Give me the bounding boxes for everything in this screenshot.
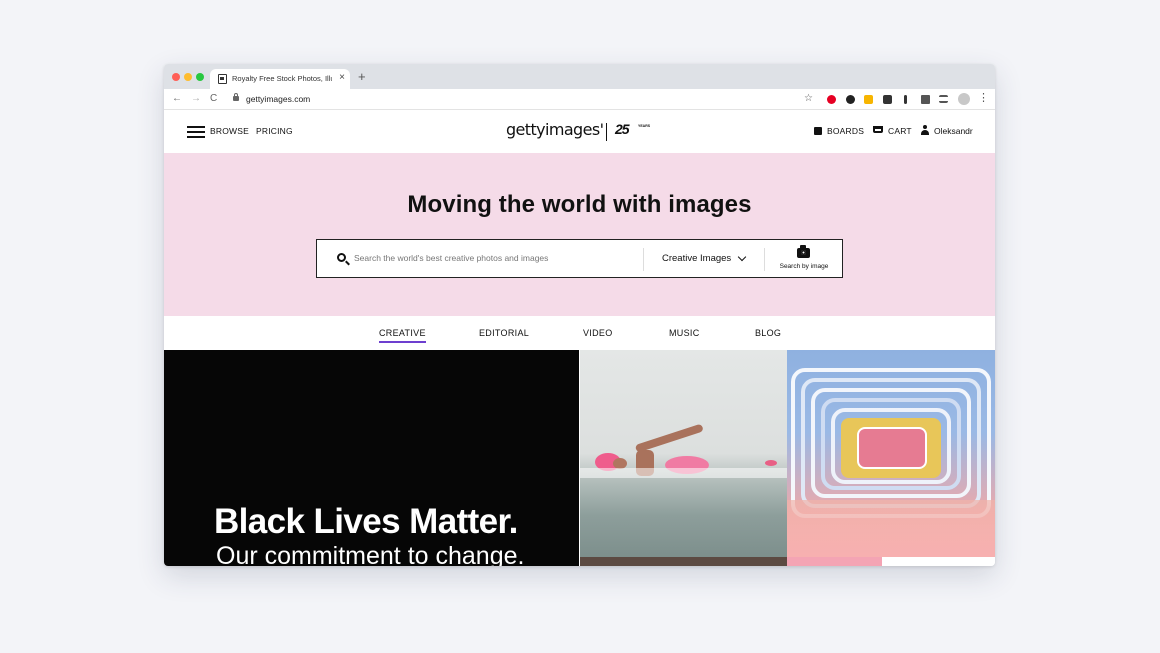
browser-toolbar: ← → C gettyimages.com ☆ ⋮	[164, 89, 995, 110]
tab-title: Royalty Free Stock Photos, Illu	[232, 74, 332, 83]
site-header: BROWSE PRICING gettyimages' 25 YEARS BOA…	[164, 110, 995, 153]
pinterest-extension-icon[interactable]	[827, 95, 836, 104]
tab-blog[interactable]: BLOG	[755, 327, 781, 339]
reading-list-icon[interactable]	[939, 95, 948, 103]
cart-link[interactable]: CART	[888, 126, 912, 137]
hamburger-menu-icon[interactable]	[187, 126, 205, 138]
forward-arrow-icon[interactable]: →	[191, 92, 201, 106]
feature-title: Black Lives Matter.	[214, 502, 518, 541]
profile-avatar[interactable]	[958, 93, 970, 105]
user-icon[interactable]	[921, 125, 929, 135]
new-tab-icon[interactable]: +	[358, 70, 366, 83]
browser-tab[interactable]: Royalty Free Stock Photos, Illu ×	[210, 69, 350, 89]
tunnel-center	[857, 427, 927, 469]
tab-music[interactable]: MUSIC	[669, 327, 700, 339]
puzzle-extensions-icon[interactable]	[921, 95, 930, 104]
water-splash	[580, 468, 787, 478]
chevron-down-icon[interactable]	[737, 252, 747, 262]
anniversary-years-label: YEARS	[638, 124, 651, 128]
extension-icon[interactable]	[904, 95, 907, 104]
search-divider	[764, 248, 765, 271]
close-window-button[interactable]	[172, 73, 180, 81]
tab-strip: Royalty Free Stock Photos, Illu × +	[164, 64, 995, 89]
tab-close-icon[interactable]: ×	[339, 72, 345, 84]
logo-divider	[606, 123, 607, 141]
address-bar[interactable]: gettyimages.com	[246, 93, 310, 105]
browse-link[interactable]: BROWSE	[210, 126, 249, 137]
reload-icon[interactable]: C	[210, 92, 217, 106]
tab-editorial[interactable]: EDITORIAL	[479, 327, 529, 339]
search-bar: Creative Images Search by image	[316, 239, 843, 278]
camera-icon[interactable]	[797, 245, 810, 258]
minimize-window-button[interactable]	[184, 73, 192, 81]
hero-section: Moving the world with images Creative Im…	[164, 153, 995, 316]
tab-creative[interactable]: CREATIVE	[379, 327, 426, 343]
extension-icon[interactable]	[864, 95, 873, 104]
getty-favicon-icon	[218, 74, 227, 84]
anniversary-logo: 25	[615, 121, 630, 137]
lock-icon[interactable]	[233, 93, 239, 101]
browser-menu-icon[interactable]: ⋮	[978, 91, 989, 105]
search-input[interactable]	[354, 253, 634, 263]
boards-icon[interactable]	[814, 127, 822, 135]
feature-subtitle: Our commitment to change.	[216, 542, 525, 566]
swimmer-photo[interactable]	[580, 350, 787, 557]
tunnel-floor	[787, 500, 995, 557]
swimmer-arm	[634, 423, 704, 453]
back-arrow-icon[interactable]: ←	[172, 92, 182, 106]
distant-swimmer	[765, 460, 777, 466]
browser-window: Royalty Free Stock Photos, Illu × + ← → …	[164, 64, 995, 566]
gettyimages-logo[interactable]: gettyimages'	[506, 120, 604, 140]
bookmark-star-icon[interactable]: ☆	[804, 92, 813, 106]
tunnel-photo[interactable]	[787, 350, 995, 557]
category-nav: CREATIVE EDITORIAL VIDEO MUSIC BLOG	[164, 316, 995, 350]
extension-icon[interactable]	[883, 95, 892, 104]
photo-strip[interactable]	[580, 557, 787, 566]
cart-icon[interactable]	[873, 126, 883, 133]
pricing-link[interactable]: PRICING	[256, 126, 293, 137]
maximize-window-button[interactable]	[196, 73, 204, 81]
hero-title: Moving the world with images	[407, 191, 752, 218]
boards-link[interactable]: BOARDS	[827, 126, 864, 137]
search-icon[interactable]	[337, 253, 346, 262]
search-divider	[643, 248, 644, 271]
search-by-image-button[interactable]: Search by image	[775, 263, 833, 271]
extension-icon[interactable]	[846, 95, 855, 104]
photo-strip[interactable]	[882, 557, 995, 566]
tab-video[interactable]: VIDEO	[583, 327, 613, 339]
image-type-dropdown[interactable]: Creative Images	[662, 253, 731, 265]
feature-panel[interactable]: Black Lives Matter. Our commitment to ch…	[164, 350, 579, 566]
user-account-link[interactable]: Oleksandr	[934, 126, 973, 137]
photo-strip[interactable]	[787, 557, 882, 566]
